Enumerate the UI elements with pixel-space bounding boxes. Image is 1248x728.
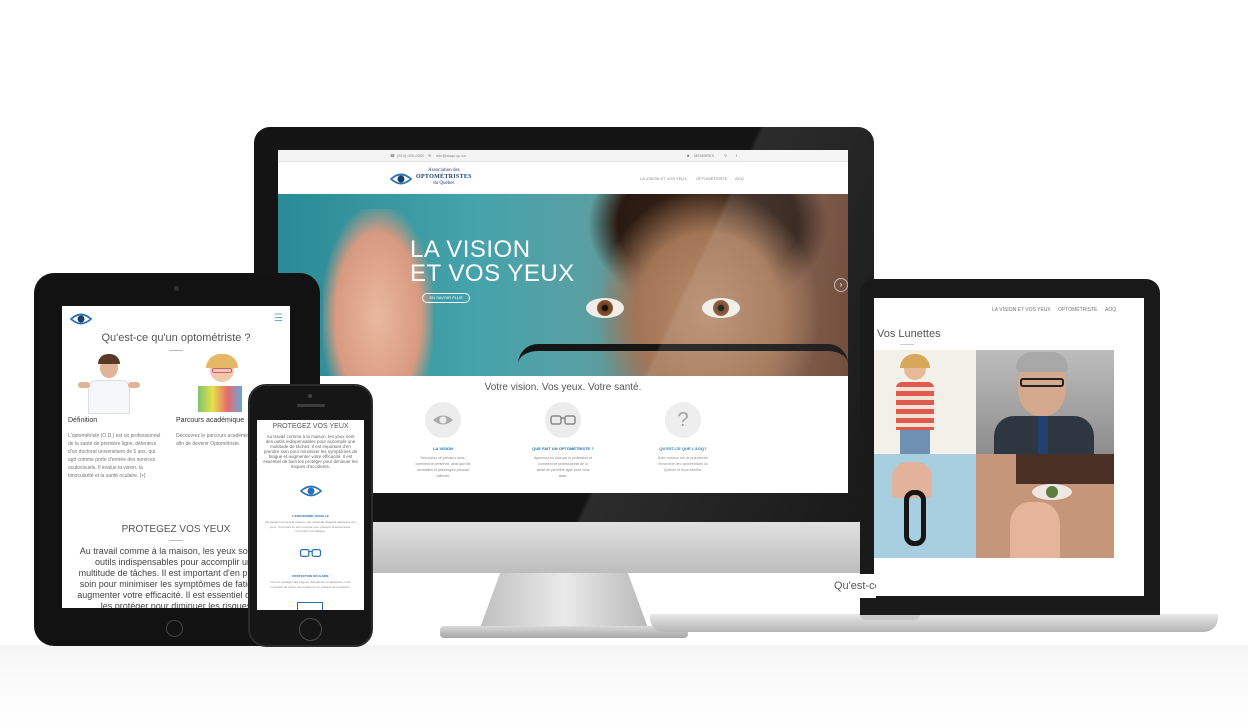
hero-title-line1: LA VISION [410, 236, 531, 263]
phone-camera [308, 394, 312, 398]
glasses-icon [299, 549, 322, 557]
definition-label: Définition [68, 417, 98, 424]
question-icon: ? [665, 402, 701, 438]
nav-vision[interactable]: LA VISION ET VOS YEUX [640, 176, 687, 181]
title-divider [900, 344, 914, 345]
topbar-email[interactable]: info@aoqc.qc.ca [436, 153, 466, 158]
eye-icon [425, 402, 461, 438]
glasses-section-title: Vos Lunettes [877, 328, 941, 340]
topbar-phone[interactable]: (514) 000-0000 [397, 153, 424, 158]
parcours-text: Découvrez le parcours académique afin de… [176, 433, 255, 447]
phone-website: PROTEGEZ VOS YEUX Au travail comme à la … [257, 420, 364, 610]
photo-contact-lens[interactable] [976, 454, 1114, 558]
protection-text: Pour se protéger des risques d'accidents… [270, 580, 351, 589]
monitor-stand-base [440, 626, 688, 638]
hero-eye-right [702, 298, 740, 318]
phone-home-button[interactable] [299, 618, 322, 641]
logo-eye-icon[interactable] [390, 172, 412, 186]
logo-line3: du Québec [433, 181, 455, 186]
menu-icon[interactable]: ☰ [274, 313, 283, 324]
nav-aoq[interactable]: AOQ [735, 176, 744, 181]
site-logo-text[interactable]: Association des OPTOMÉTRISTES du Québec [416, 168, 472, 187]
hero-glasses-image [518, 344, 848, 376]
feature-desc: Apprenez-en plus sur la profession et co… [534, 456, 592, 478]
optometriste-title: Qu'est-ce qu'un optométriste ? [834, 580, 876, 592]
hero-title-line2: ET VOS YEUX [410, 260, 575, 287]
tablet-home-button[interactable] [166, 620, 183, 637]
floor-reflection [0, 645, 1248, 728]
hero-more-button[interactable]: EN SAVOIR PLUS [422, 293, 470, 303]
feature-vision[interactable]: LA VISION Découvrez ce précieux sens, co… [408, 402, 478, 479]
logo-line2: OPTOMÉTRISTES [416, 174, 472, 180]
ergonomie-title[interactable]: L'ERGONOMIE VISUELLE [257, 514, 364, 518]
nav-optometriste[interactable]: OPTOMÉTRISTE [696, 176, 727, 181]
laptop-website: LA VISION ET VOS YEUX OPTOMÉTRISTE AOQ V… [874, 298, 1144, 596]
tablet-camera [174, 286, 179, 291]
site-header: Association des OPTOMÉTRISTES du Québec … [278, 162, 848, 194]
protegez-text: Au travail comme à la maison, les yeux s… [263, 434, 358, 469]
laptop-screen-lower: Qu'est-ce qu'un optométriste ? [666, 574, 876, 598]
protegez-title: PROTEGEZ VOS YEUX [272, 423, 349, 430]
feature-desc: Notre mission est de représenter l'ensem… [657, 456, 709, 472]
top-info-bar: ☎ (514) 000-0000 ✉ info@aoqc.qc.ca ☻ MEM… [278, 150, 848, 162]
members-link[interactable]: MEMBRES [694, 153, 714, 158]
glasses-icon [545, 402, 581, 438]
search-icon[interactable]: ⚲ [724, 153, 727, 158]
feature-title: QU'EST-CE QUE L'AOQ? [659, 446, 707, 451]
hero-hand-image [323, 209, 433, 376]
hero-eye-left [586, 298, 624, 318]
parcours-label: Parcours académique [176, 417, 245, 424]
photo-man-glasses[interactable] [976, 350, 1114, 454]
mail-icon: ✉ [428, 153, 432, 158]
eye-icon [299, 485, 323, 497]
hero-title: LA VISION ET VOS YEUX [410, 238, 575, 286]
user-icon: ☻ [686, 153, 691, 158]
feature-title: LA VISION [433, 446, 453, 451]
hero-banner: LA VISION ET VOS YEUX EN SAVOIR PLUS › [278, 194, 848, 376]
logo-eye-icon[interactable] [70, 312, 92, 326]
facebook-icon[interactable]: f [736, 153, 737, 158]
laptop-base [650, 614, 1218, 632]
phone-icon: ☎ [390, 153, 395, 158]
monitor-stand-neck [480, 573, 648, 628]
phone-speaker [297, 404, 325, 407]
photo-girl-glasses[interactable] [874, 350, 976, 454]
definition-text: L'optométriste (O.D.) est un professionn… [68, 433, 161, 479]
next-feature-icon [297, 602, 323, 610]
feature-title: QUE FAIT UN OPTOMÉTRISTE ? [532, 446, 594, 451]
slider-next-icon[interactable]: › [834, 278, 848, 292]
nav-aoq[interactable]: AOQ [1105, 307, 1116, 313]
nav-optometriste[interactable]: OPTOMÉTRISTE [1058, 307, 1097, 313]
nav-vision[interactable]: LA VISION ET VOS YEUX [992, 307, 1051, 313]
feature-desc: Découvrez ce précieux sens, comment le p… [415, 456, 471, 478]
feature-optometriste[interactable]: QUE FAIT UN OPTOMÉTRISTE ? Apprenez-en p… [528, 402, 598, 479]
protection-title[interactable]: PROTECTION OCULAIRE [257, 574, 364, 578]
title-divider [169, 350, 183, 351]
ergonomie-text: Au travail comme à la maison, une multit… [265, 520, 356, 533]
photo-hand-glasses[interactable] [874, 454, 976, 558]
section-divider [169, 540, 183, 541]
photo-doctor[interactable] [74, 352, 144, 414]
optometriste-title: Qu'est-ce qu'un optométriste ? [101, 332, 251, 344]
feature-aoq[interactable]: ? QU'EST-CE QUE L'AOQ? Notre mission est… [648, 402, 718, 473]
